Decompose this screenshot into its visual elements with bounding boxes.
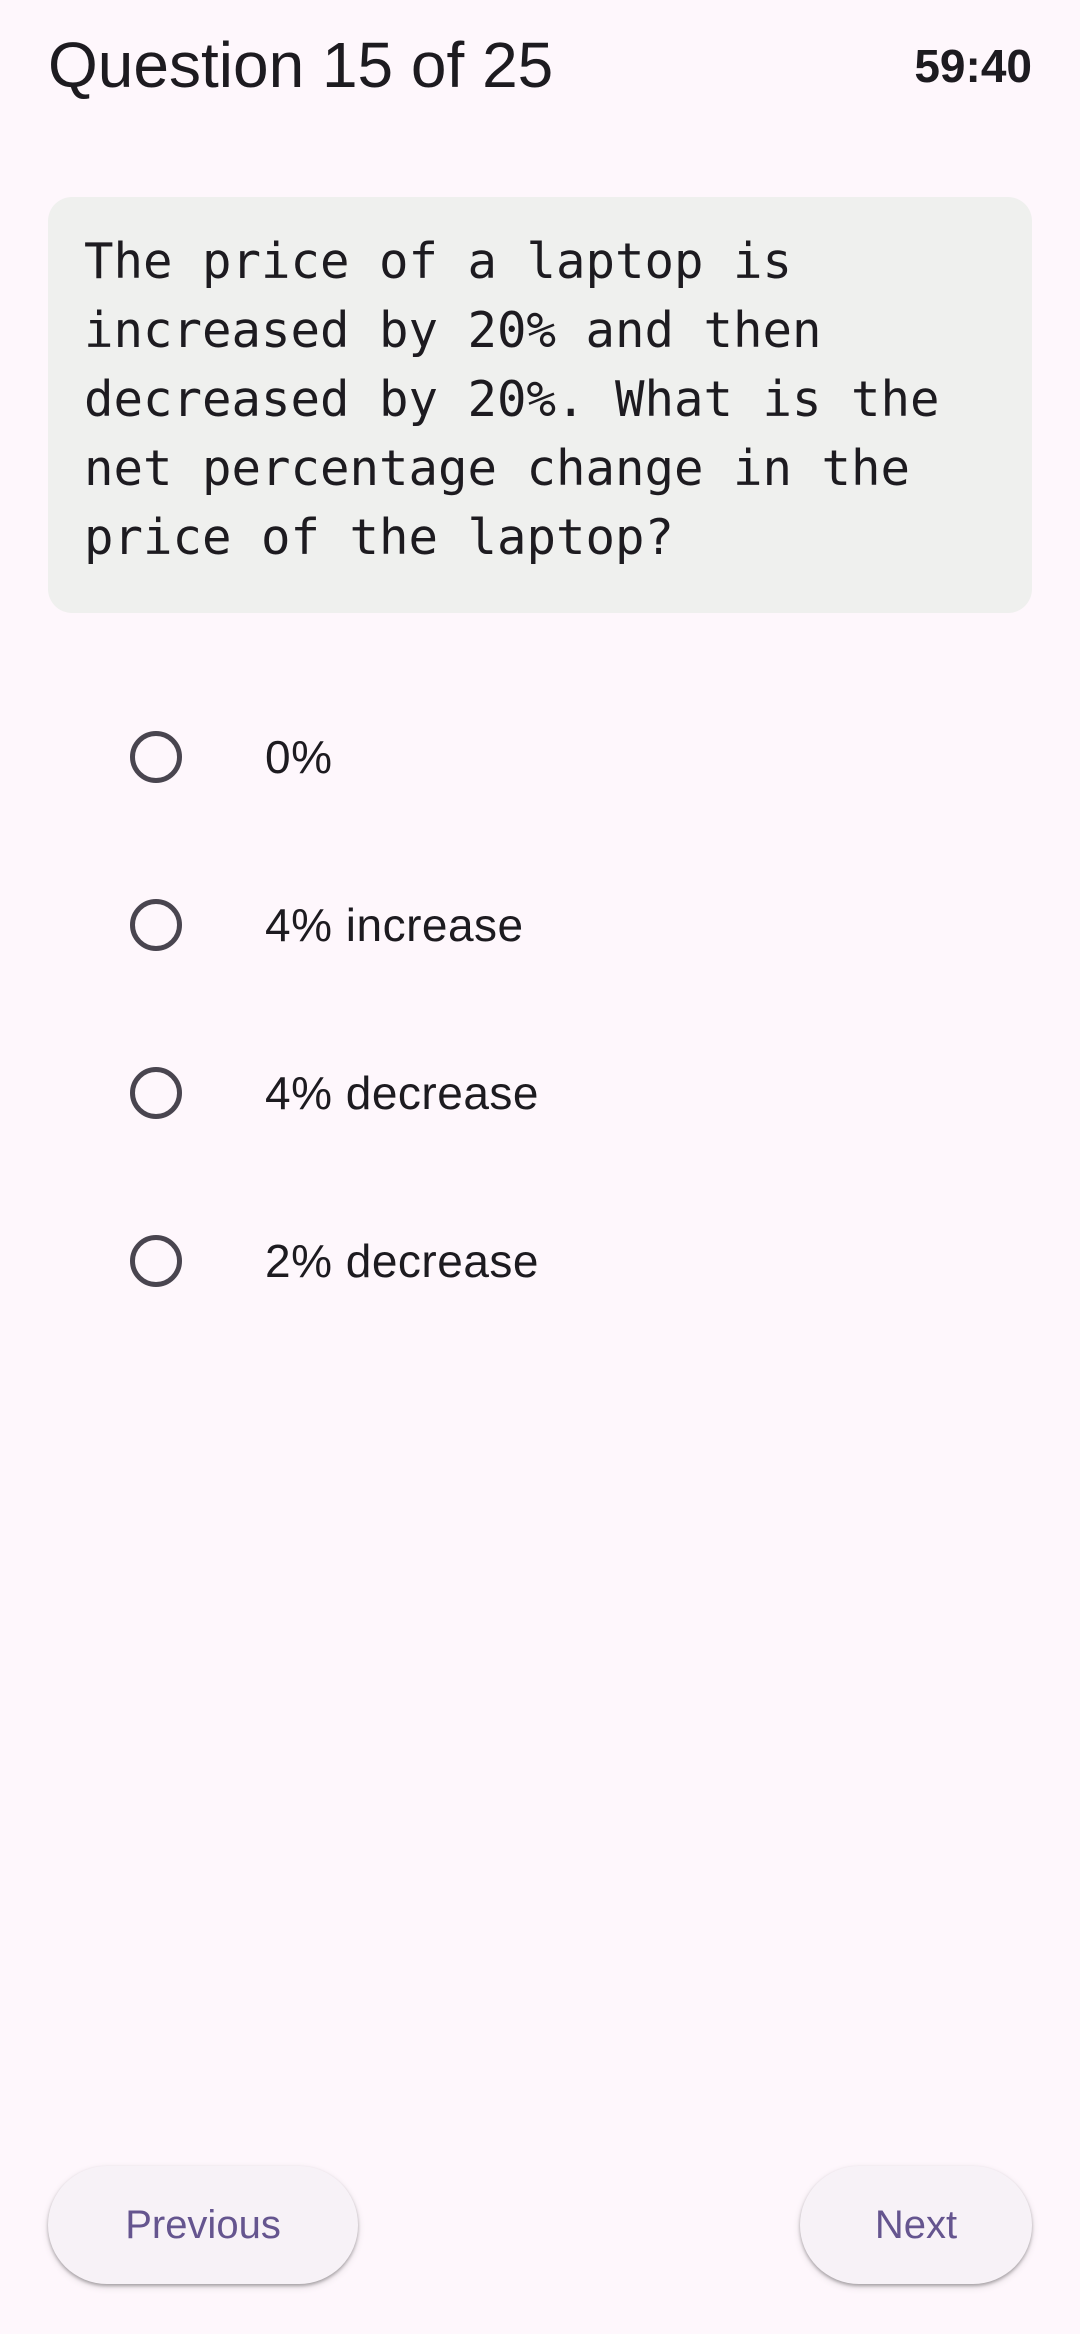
answer-option-2[interactable]: 4% increase	[0, 841, 1080, 1009]
answer-option-label: 2% decrease	[265, 1235, 539, 1287]
radio-button-icon[interactable]	[130, 1235, 182, 1287]
answer-option-label: 4% increase	[265, 899, 524, 951]
answer-option-1[interactable]: 0%	[0, 673, 1080, 841]
answer-option-label: 4% decrease	[265, 1067, 539, 1119]
answer-option-label: 0%	[265, 731, 333, 783]
radio-button-icon[interactable]	[130, 731, 182, 783]
countdown-timer: 59:40	[914, 40, 1032, 92]
question-text: The price of a laptop is increased by 20…	[84, 233, 940, 566]
header: Question 15 of 25 59:40	[48, 20, 1032, 110]
next-button[interactable]: Next	[800, 2166, 1032, 2284]
answer-option-3[interactable]: 4% decrease	[0, 1009, 1080, 1177]
radio-button-icon[interactable]	[130, 899, 182, 951]
question-counter-title: Question 15 of 25	[48, 29, 554, 101]
previous-button[interactable]: Previous	[48, 2166, 358, 2284]
radio-button-icon[interactable]	[130, 1067, 182, 1119]
question-card: The price of a laptop is increased by 20…	[48, 197, 1032, 613]
answer-option-4[interactable]: 2% decrease	[0, 1177, 1080, 1345]
answer-options: 0% 4% increase 4% decrease 2% decrease	[0, 673, 1080, 1345]
